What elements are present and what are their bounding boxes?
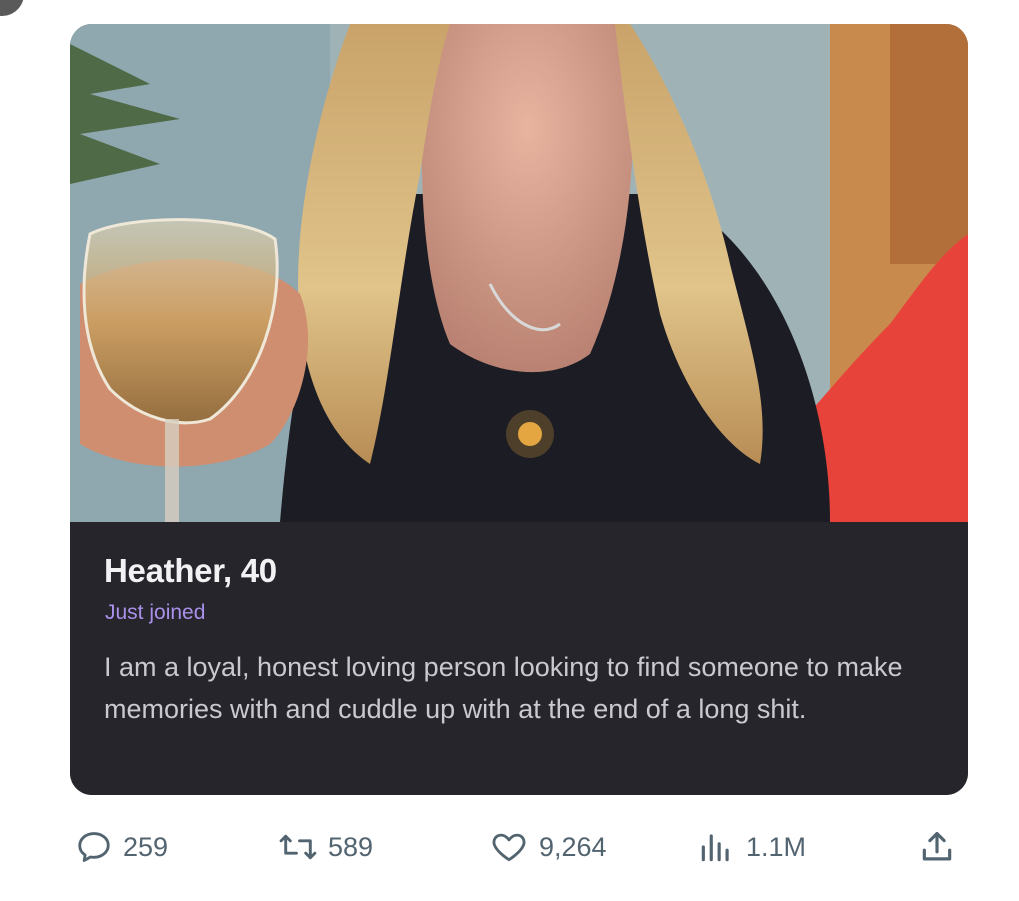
views-count: 1.1M (746, 831, 807, 862)
profile-bio: I am a loyal, honest loving person looki… (104, 652, 903, 724)
reply-count: 259 (123, 831, 169, 862)
repost-icon (278, 828, 318, 866)
like-button[interactable]: 9,264 (489, 826, 607, 868)
profile-name: Heather, 40 (104, 552, 277, 589)
reply-icon (75, 828, 113, 866)
repost-button[interactable]: 589 (278, 826, 373, 868)
profile-card[interactable]: Heather, 40 Just joined I am a loyal, ho… (70, 24, 968, 795)
profile-photo (70, 24, 968, 522)
views-button[interactable]: 1.1M (696, 826, 806, 868)
like-count: 9,264 (539, 831, 607, 862)
profile-status: Just joined (105, 601, 206, 624)
heart-icon (489, 828, 529, 866)
views-chart-icon (696, 828, 736, 866)
tweet-actions-bar: 259 589 9,264 1.1M (0, 820, 1019, 876)
share-button[interactable] (918, 826, 956, 868)
share-icon (918, 828, 956, 866)
reply-button[interactable]: 259 (75, 826, 168, 868)
profile-info: Heather, 40 Just joined I am a loyal, ho… (70, 522, 968, 795)
avatar-corner (0, 0, 24, 16)
repost-count: 589 (328, 831, 374, 862)
